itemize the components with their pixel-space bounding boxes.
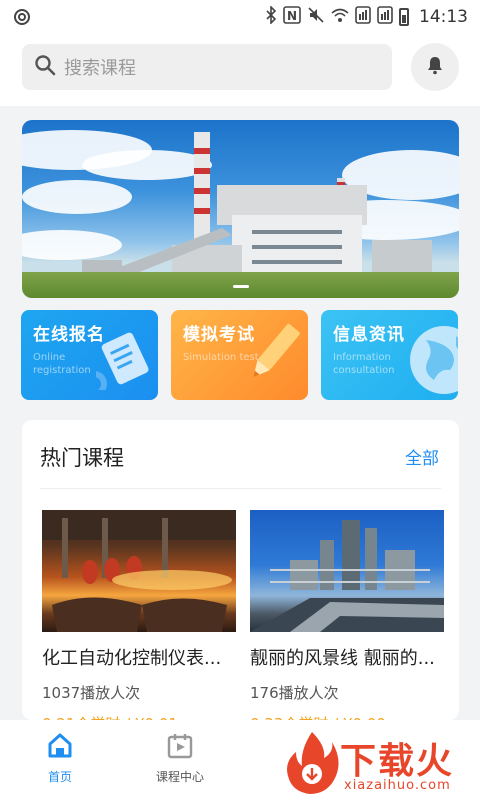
watermark-title: 下载火 [340,741,455,782]
tab-label: 首页 [47,770,72,784]
mute-icon [307,6,325,28]
card-subtitle: Information consultation [333,352,395,376]
status-bar: N 14:13 [0,0,480,34]
battery-icon [399,8,409,26]
course-card[interactable]: 化工自动化控制仪表... 1037播放人次 0.21个学时 / ¥0.01 [42,510,236,734]
section-title: 热门课程 [40,446,124,470]
course-name: 靓丽的风景线 靓丽的... [250,648,435,669]
carousel-dot [232,285,249,288]
status-time: 14:13 [419,7,468,27]
sim2-icon [377,6,393,28]
card-subtitle: Online registration [33,352,91,376]
divider [40,488,441,489]
online-registration-card[interactable]: 在线报名 Online registration [21,310,158,400]
notification-button[interactable] [411,43,459,91]
nfc-icon: N [283,6,301,28]
search-icon [34,54,56,80]
banner-carousel[interactable] [22,120,459,298]
home-icon [46,733,74,764]
hot-courses-section: 热门课程 全部 化工自动化控制仪表... 1037播放人次 0.21个学时 / … [22,420,459,733]
card-title: 模拟考试 [183,325,255,345]
app-notification-icon [12,7,32,27]
tab-home[interactable]: 首页 [20,732,100,785]
watermark-url: xiazaihuo.com [344,778,451,793]
wifi-icon [331,6,349,28]
tab-course-center[interactable]: 课程中心 [140,732,220,785]
header: 搜索课程 [0,34,480,106]
card-subtitle: Simulation test [183,352,259,363]
bluetooth-icon [265,5,277,28]
course-views: 176播放人次 [250,684,339,702]
course-card[interactable]: 靓丽的风景线 靓丽的... 176播放人次 0.33个学时 / ¥0.00 [250,510,444,734]
simulation-test-card[interactable]: 模拟考试 Simulation test [171,310,308,400]
svg-text:N: N [287,9,297,23]
watermark: 下载火 xiazaihuo.com [282,728,480,800]
carousel-indicator [22,285,459,288]
card-title: 信息资讯 [333,325,405,345]
information-consultation-card[interactable]: 信息资讯 Information consultation [321,310,458,400]
view-all-link[interactable]: 全部 [405,444,439,469]
course-thumbnail [250,510,444,632]
video-calendar-icon [166,734,194,764]
search-placeholder: 搜索课程 [64,58,136,79]
course-thumbnail [42,510,236,632]
tab-label: 课程中心 [155,770,204,784]
card-title: 在线报名 [33,325,105,345]
sim1-icon [355,6,371,28]
search-input[interactable]: 搜索课程 [22,44,392,90]
course-views: 1037播放人次 [42,684,141,702]
bell-icon [425,55,445,79]
course-name: 化工自动化控制仪表... [42,648,222,669]
